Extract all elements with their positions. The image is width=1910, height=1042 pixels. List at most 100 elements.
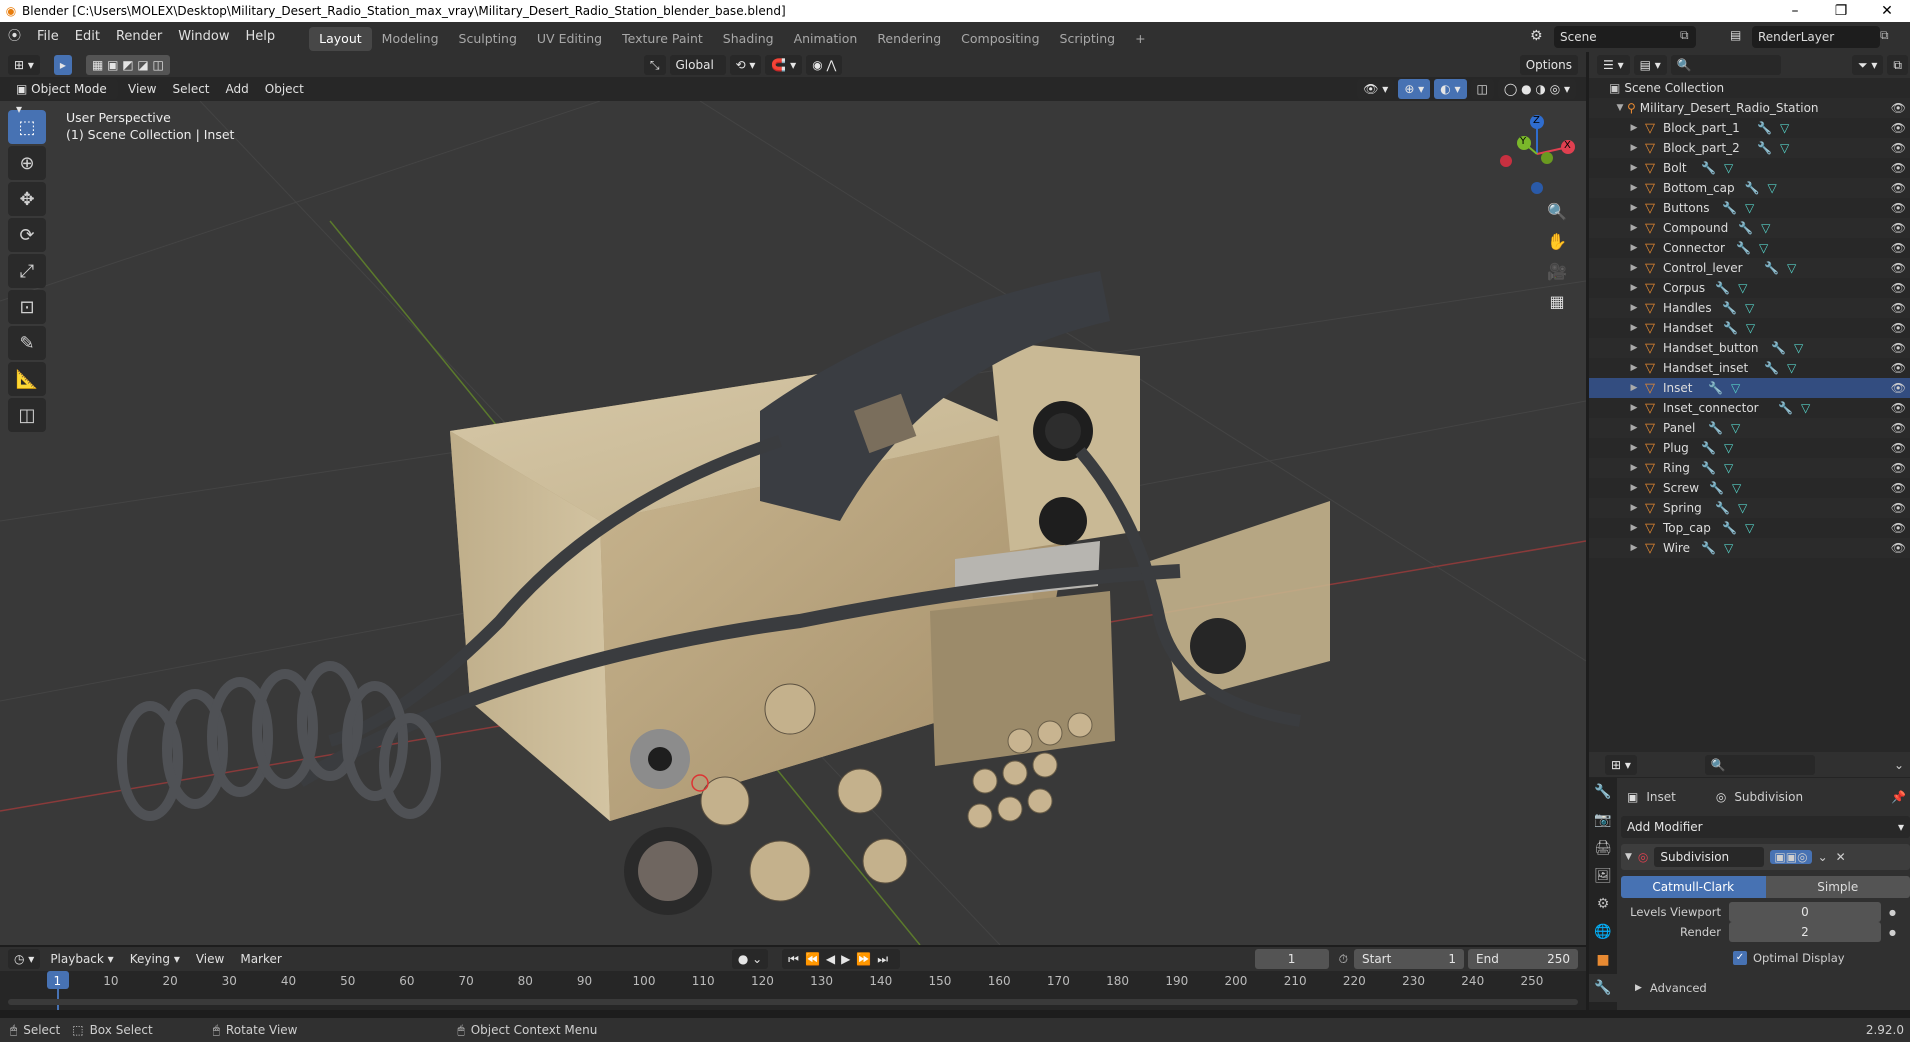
tab-texture-paint[interactable]: Texture Paint	[612, 27, 713, 51]
outliner-object-row[interactable]: ▶ ▽ Compound 🔧 ▽ 👁	[1589, 218, 1910, 238]
add-modifier-dropdown[interactable]: Add Modifier ▾	[1621, 816, 1910, 838]
timeline-scrollbar[interactable]	[8, 999, 1578, 1005]
eye-icon[interactable]: 👁	[1891, 101, 1906, 115]
mesh-data-icon[interactable]: ▽	[1787, 361, 1796, 375]
mesh-data-icon[interactable]: ▽	[1745, 301, 1754, 315]
mesh-data-icon[interactable]: ▽	[1724, 441, 1733, 455]
restore-icon[interactable]: ❐	[1818, 3, 1864, 19]
editor-type-icon[interactable]: ⊞ ▾	[8, 54, 40, 75]
pan-hand-icon[interactable]: ✋	[1542, 227, 1572, 255]
menu-timeline-view[interactable]: View	[188, 947, 232, 971]
tab-rendering[interactable]: Rendering	[867, 27, 951, 51]
eye-icon[interactable]: 👁	[1891, 541, 1906, 555]
expand-icon[interactable]: ▶	[1627, 163, 1641, 173]
outliner-object-row[interactable]: ▶ ▽ Connector 🔧 ▽ 👁	[1589, 238, 1910, 258]
modifier-icon[interactable]: 🔧	[1722, 521, 1737, 535]
select-tool-icon[interactable]: ▸	[53, 54, 72, 75]
snap-icon[interactable]: 🧲 ▾	[765, 54, 803, 75]
end-frame-field[interactable]: End 250	[1468, 949, 1578, 969]
expand-icon[interactable]: ▶	[1627, 323, 1641, 333]
rotate-icon[interactable]: ⟳	[8, 218, 46, 252]
eye-icon[interactable]: 👁	[1891, 521, 1906, 535]
navigation-gizmo[interactable]: Z X Y	[1496, 113, 1578, 195]
expand-icon[interactable]: ▶	[1627, 243, 1641, 253]
remove-modifier-icon[interactable]: ✕	[1836, 850, 1846, 864]
outliner-object-row[interactable]: ▶ ▽ Block_part_1 🔧 ▽ 👁	[1589, 118, 1910, 138]
menu-window[interactable]: Window	[170, 22, 237, 52]
modifier-name-field[interactable]: Subdivision	[1654, 847, 1765, 867]
eye-icon[interactable]: 👁	[1891, 241, 1906, 255]
mesh-data-icon[interactable]: ▽	[1738, 501, 1747, 515]
expand-icon[interactable]: ▶	[1627, 363, 1641, 373]
current-frame-field[interactable]: 1	[1254, 949, 1329, 969]
eye-icon[interactable]: 👁	[1891, 461, 1906, 475]
minimize-icon[interactable]: –	[1772, 3, 1818, 19]
mesh-data-icon[interactable]: ▽	[1745, 521, 1754, 535]
tool-tab-icon[interactable]: 🔧	[1589, 778, 1617, 806]
expand-icon[interactable]: ▶	[1627, 183, 1641, 193]
modifier-icon[interactable]: 🔧	[1757, 121, 1772, 135]
outliner-object-row[interactable]: ▶ ▽ Handset_button 🔧 ▽ 👁	[1589, 338, 1910, 358]
modifier-icon[interactable]: 🔧	[1715, 281, 1730, 295]
simple-button[interactable]: Simple	[1765, 876, 1910, 898]
eye-icon[interactable]: 👁	[1891, 441, 1906, 455]
modifier-icon[interactable]: 🔧	[1722, 301, 1737, 315]
outliner-object-row[interactable]: ▶ ▽ Ring 🔧 ▽ 👁	[1589, 458, 1910, 478]
modifier-icon[interactable]: 🔧	[1771, 341, 1786, 355]
mesh-data-icon[interactable]: ▽	[1768, 181, 1777, 195]
properties-search-input[interactable]: 🔍	[1704, 754, 1815, 775]
expand-icon[interactable]: ▶	[1627, 483, 1641, 493]
render-tab-icon[interactable]: 📷	[1589, 806, 1617, 834]
output-tab-icon[interactable]: 🖨	[1589, 834, 1617, 862]
modifier-icon[interactable]: 🔧	[1745, 181, 1760, 195]
blender-menu-icon[interactable]: ⦿	[0, 22, 29, 52]
scene-selector[interactable]: Scene	[1554, 26, 1696, 48]
collapse-modifier-icon[interactable]: ▼	[1625, 852, 1632, 862]
menu-playback[interactable]: Playback ▾	[42, 947, 121, 971]
menu-render[interactable]: Render	[108, 22, 170, 52]
mesh-data-icon[interactable]: ▽	[1746, 321, 1755, 335]
menu-help[interactable]: Help	[238, 22, 284, 52]
expand-icon[interactable]: ▶	[1627, 423, 1641, 433]
expand-icon[interactable]: ▶	[1627, 143, 1641, 153]
modifier-icon[interactable]: 🔧	[1708, 381, 1723, 395]
eye-icon[interactable]: 👁	[1891, 301, 1906, 315]
modifier-tab-icon[interactable]: 🔧	[1589, 974, 1617, 1002]
new-layer-icon[interactable]: ⧉	[1880, 28, 1889, 43]
pivot-icon[interactable]: ⟲ ▾	[729, 54, 762, 75]
modifier-icon[interactable]: 🔧	[1701, 541, 1716, 555]
measure-icon[interactable]: 📐	[8, 362, 46, 396]
modifier-icon[interactable]: 🔧	[1709, 481, 1724, 495]
eye-icon[interactable]: 👁	[1891, 321, 1906, 335]
eye-icon[interactable]: 👁	[1891, 361, 1906, 375]
scale-icon[interactable]: ⤢	[8, 254, 46, 288]
outliner-object-row[interactable]: ▶ ▽ Bolt 🔧 ▽ 👁	[1589, 158, 1910, 178]
camera-view-icon[interactable]: 🎥	[1542, 257, 1572, 285]
outliner-object-row[interactable]: ▶ ▽ Handles 🔧 ▽ 👁	[1589, 298, 1910, 318]
view-layer-selector[interactable]: RenderLayer	[1752, 26, 1880, 48]
expand-icon[interactable]: ▶	[1627, 503, 1641, 513]
new-collection-icon[interactable]: ⧉	[1887, 55, 1908, 75]
start-frame-field[interactable]: Start 1	[1354, 949, 1464, 969]
tab-animation[interactable]: Animation	[784, 27, 868, 51]
expand-icon[interactable]: ▶	[1627, 283, 1641, 293]
eye-icon[interactable]: 👁	[1891, 421, 1906, 435]
modifier-icon[interactable]: 🔧	[1715, 501, 1730, 515]
menu-marker[interactable]: Marker	[232, 947, 289, 971]
annotate-icon[interactable]: ✎	[8, 326, 46, 360]
expand-icon[interactable]: ▶	[1627, 303, 1641, 313]
view-layer-tab-icon[interactable]: 🖼	[1589, 862, 1617, 890]
modifier-visibility-icons[interactable]: ▣▣◎	[1770, 850, 1812, 864]
playback-controls-icon[interactable]: ⏮⏪◀▶⏩⏭	[782, 949, 901, 969]
outliner-object-row[interactable]: ▶ ▽ Wire 🔧 ▽ 👁	[1589, 538, 1910, 558]
tab-modeling[interactable]: Modeling	[372, 27, 449, 51]
tab-uv-editing[interactable]: UV Editing	[527, 27, 612, 51]
modifier-icon[interactable]: 🔧	[1723, 321, 1738, 335]
add-cube-icon[interactable]: ◫	[8, 398, 46, 432]
zoom-icon[interactable]: 🔍	[1542, 197, 1572, 225]
move-icon[interactable]: ✥	[8, 182, 46, 216]
object-tab-icon[interactable]: ■	[1589, 946, 1617, 974]
outliner-scene-collection[interactable]: ▣ Scene Collection	[1589, 78, 1910, 98]
gizmo-toggle-icon[interactable]: ⊕ ▾	[1398, 79, 1431, 99]
modifier-icon[interactable]: 🔧	[1701, 161, 1716, 175]
